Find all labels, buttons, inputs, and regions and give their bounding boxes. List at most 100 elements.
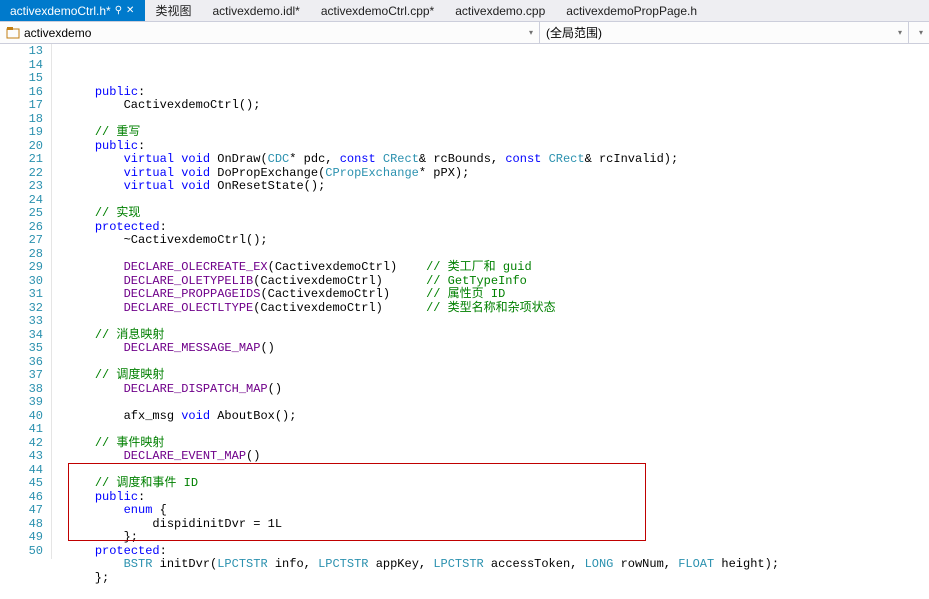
code-line[interactable]: DECLARE_PROPPAGEIDS(CactivexdemoCtrl) //… bbox=[66, 288, 929, 302]
line-number: 29 bbox=[0, 261, 43, 275]
line-number: 38 bbox=[0, 383, 43, 397]
code-line[interactable]: afx_msg void AboutBox(); bbox=[66, 410, 929, 424]
code-line[interactable] bbox=[66, 356, 929, 370]
code-line[interactable]: virtual void OnDraw(CDC* pdc, const CRec… bbox=[66, 153, 929, 167]
line-number: 22 bbox=[0, 167, 43, 181]
tab-bar: activexdemoCtrl.h* ⚲ ✕ 类视图 activexdemo.i… bbox=[0, 0, 929, 22]
line-number: 21 bbox=[0, 153, 43, 167]
code-line[interactable]: DECLARE_EVENT_MAP() bbox=[66, 450, 929, 464]
tab-file-active[interactable]: activexdemoCtrl.h* ⚲ ✕ bbox=[0, 0, 145, 21]
line-number: 41 bbox=[0, 423, 43, 437]
line-number: 18 bbox=[0, 113, 43, 127]
line-number: 43 bbox=[0, 450, 43, 464]
tab-label: activexdemo.idl* bbox=[212, 4, 299, 18]
tab-classview[interactable]: 类视图 bbox=[145, 0, 202, 21]
line-number: 17 bbox=[0, 99, 43, 113]
line-number: 45 bbox=[0, 477, 43, 491]
tab-label: activexdemoCtrl.cpp* bbox=[321, 4, 434, 18]
line-number: 49 bbox=[0, 531, 43, 545]
line-number: 37 bbox=[0, 369, 43, 383]
code-line[interactable] bbox=[66, 194, 929, 208]
line-number: 30 bbox=[0, 275, 43, 289]
line-number: 40 bbox=[0, 410, 43, 424]
code-line[interactable] bbox=[66, 464, 929, 478]
line-number: 16 bbox=[0, 86, 43, 100]
tab-label: activexdemo.cpp bbox=[455, 4, 545, 18]
line-number: 26 bbox=[0, 221, 43, 235]
line-number: 48 bbox=[0, 518, 43, 532]
line-number: 28 bbox=[0, 248, 43, 262]
code-line[interactable] bbox=[66, 248, 929, 262]
code-line[interactable]: CactivexdemoCtrl(); bbox=[66, 99, 929, 113]
code-line[interactable]: protected: bbox=[66, 221, 929, 235]
close-icon[interactable]: ✕ bbox=[126, 5, 134, 16]
code-line[interactable]: DECLARE_OLECREATE_EX(CactivexdemoCtrl) /… bbox=[66, 261, 929, 275]
line-number: 20 bbox=[0, 140, 43, 154]
code-line[interactable]: protected: bbox=[66, 545, 929, 559]
tab-label: activexdemoCtrl.h* bbox=[10, 4, 111, 18]
scope-dropdown-label: (全局范围) bbox=[546, 24, 602, 41]
code-line[interactable]: enum { bbox=[66, 504, 929, 518]
tab-demo-cpp[interactable]: activexdemo.cpp bbox=[445, 0, 556, 21]
line-number: 24 bbox=[0, 194, 43, 208]
line-number: 39 bbox=[0, 396, 43, 410]
line-number: 32 bbox=[0, 302, 43, 316]
code-line[interactable]: dispidinitDvr = 1L bbox=[66, 518, 929, 532]
code-line[interactable] bbox=[66, 113, 929, 127]
code-line[interactable]: DECLARE_MESSAGE_MAP() bbox=[66, 342, 929, 356]
code-line[interactable]: virtual void OnResetState(); bbox=[66, 180, 929, 194]
line-number: 50 bbox=[0, 545, 43, 559]
member-dropdown[interactable]: ▾ bbox=[909, 22, 929, 43]
line-number-gutter: 1314151617181920212223242526272829303132… bbox=[0, 44, 52, 559]
code-line[interactable]: DECLARE_OLETYPELIB(CactivexdemoCtrl) // … bbox=[66, 275, 929, 289]
code-line[interactable]: DECLARE_OLECTLTYPE(CactivexdemoCtrl) // … bbox=[66, 302, 929, 316]
tab-ctrl-cpp[interactable]: activexdemoCtrl.cpp* bbox=[311, 0, 445, 21]
chevron-down-icon: ▾ bbox=[529, 28, 533, 37]
tab-proppage-h[interactable]: activexdemoPropPage.h bbox=[556, 0, 708, 21]
code-line[interactable]: // 消息映射 bbox=[66, 329, 929, 343]
code-line[interactable]: public: bbox=[66, 86, 929, 100]
code-line[interactable] bbox=[66, 315, 929, 329]
code-line[interactable]: virtual void DoPropExchange(CPropExchang… bbox=[66, 167, 929, 181]
code-line[interactable] bbox=[66, 423, 929, 437]
line-number: 19 bbox=[0, 126, 43, 140]
code-line[interactable]: public: bbox=[66, 491, 929, 505]
code-area[interactable]: public: CactivexdemoCtrl(); // 重写 public… bbox=[52, 44, 929, 559]
line-number: 25 bbox=[0, 207, 43, 221]
editor: 1314151617181920212223242526272829303132… bbox=[0, 44, 929, 559]
line-number: 33 bbox=[0, 315, 43, 329]
line-number: 13 bbox=[0, 45, 43, 59]
pin-icon[interactable]: ⚲ bbox=[115, 5, 122, 16]
line-number: 44 bbox=[0, 464, 43, 478]
project-dropdown-label: activexdemo bbox=[24, 26, 91, 40]
code-line[interactable]: }; bbox=[66, 572, 929, 586]
navigation-bar: activexdemo ▾ (全局范围) ▾ ▾ bbox=[0, 22, 929, 44]
code-line[interactable]: // 事件映射 bbox=[66, 437, 929, 451]
tab-label: 类视图 bbox=[155, 2, 191, 19]
code-line[interactable]: // 实现 bbox=[66, 207, 929, 221]
code-line[interactable]: }; bbox=[66, 531, 929, 545]
code-line[interactable]: BSTR initDvr(LPCTSTR info, LPCTSTR appKe… bbox=[66, 558, 929, 572]
chevron-down-icon: ▾ bbox=[919, 28, 923, 37]
code-line[interactable]: // 调度映射 bbox=[66, 369, 929, 383]
code-line[interactable] bbox=[66, 396, 929, 410]
line-number: 46 bbox=[0, 491, 43, 505]
line-number: 42 bbox=[0, 437, 43, 451]
project-dropdown[interactable]: activexdemo ▾ bbox=[0, 22, 540, 43]
code-line[interactable]: DECLARE_DISPATCH_MAP() bbox=[66, 383, 929, 397]
code-line[interactable]: ~CactivexdemoCtrl(); bbox=[66, 234, 929, 248]
code-line[interactable]: // 调度和事件 ID bbox=[66, 477, 929, 491]
line-number: 14 bbox=[0, 59, 43, 73]
code-line[interactable]: // 重写 bbox=[66, 126, 929, 140]
line-number: 36 bbox=[0, 356, 43, 370]
code-line[interactable] bbox=[66, 585, 929, 599]
code-line[interactable]: public: bbox=[66, 140, 929, 154]
line-number: 27 bbox=[0, 234, 43, 248]
tab-idl[interactable]: activexdemo.idl* bbox=[202, 0, 310, 21]
line-number: 35 bbox=[0, 342, 43, 356]
line-number: 15 bbox=[0, 72, 43, 86]
project-icon bbox=[6, 26, 20, 40]
line-number: 31 bbox=[0, 288, 43, 302]
scope-dropdown[interactable]: (全局范围) ▾ bbox=[540, 22, 909, 43]
line-number: 34 bbox=[0, 329, 43, 343]
